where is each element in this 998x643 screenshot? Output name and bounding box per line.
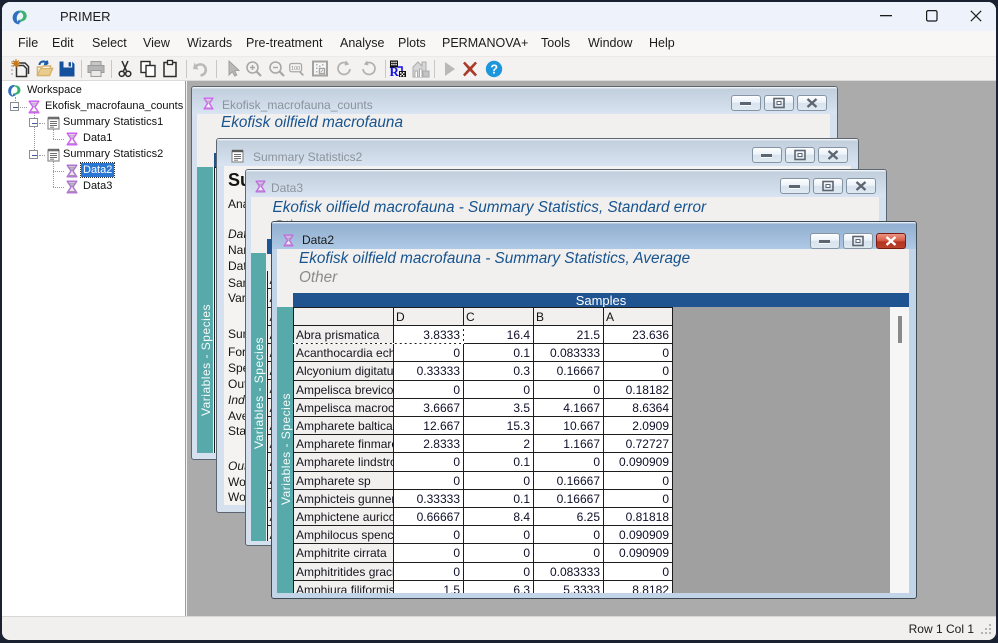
- svg-text:100: 100: [291, 66, 300, 72]
- svg-text:?: ?: [490, 63, 498, 77]
